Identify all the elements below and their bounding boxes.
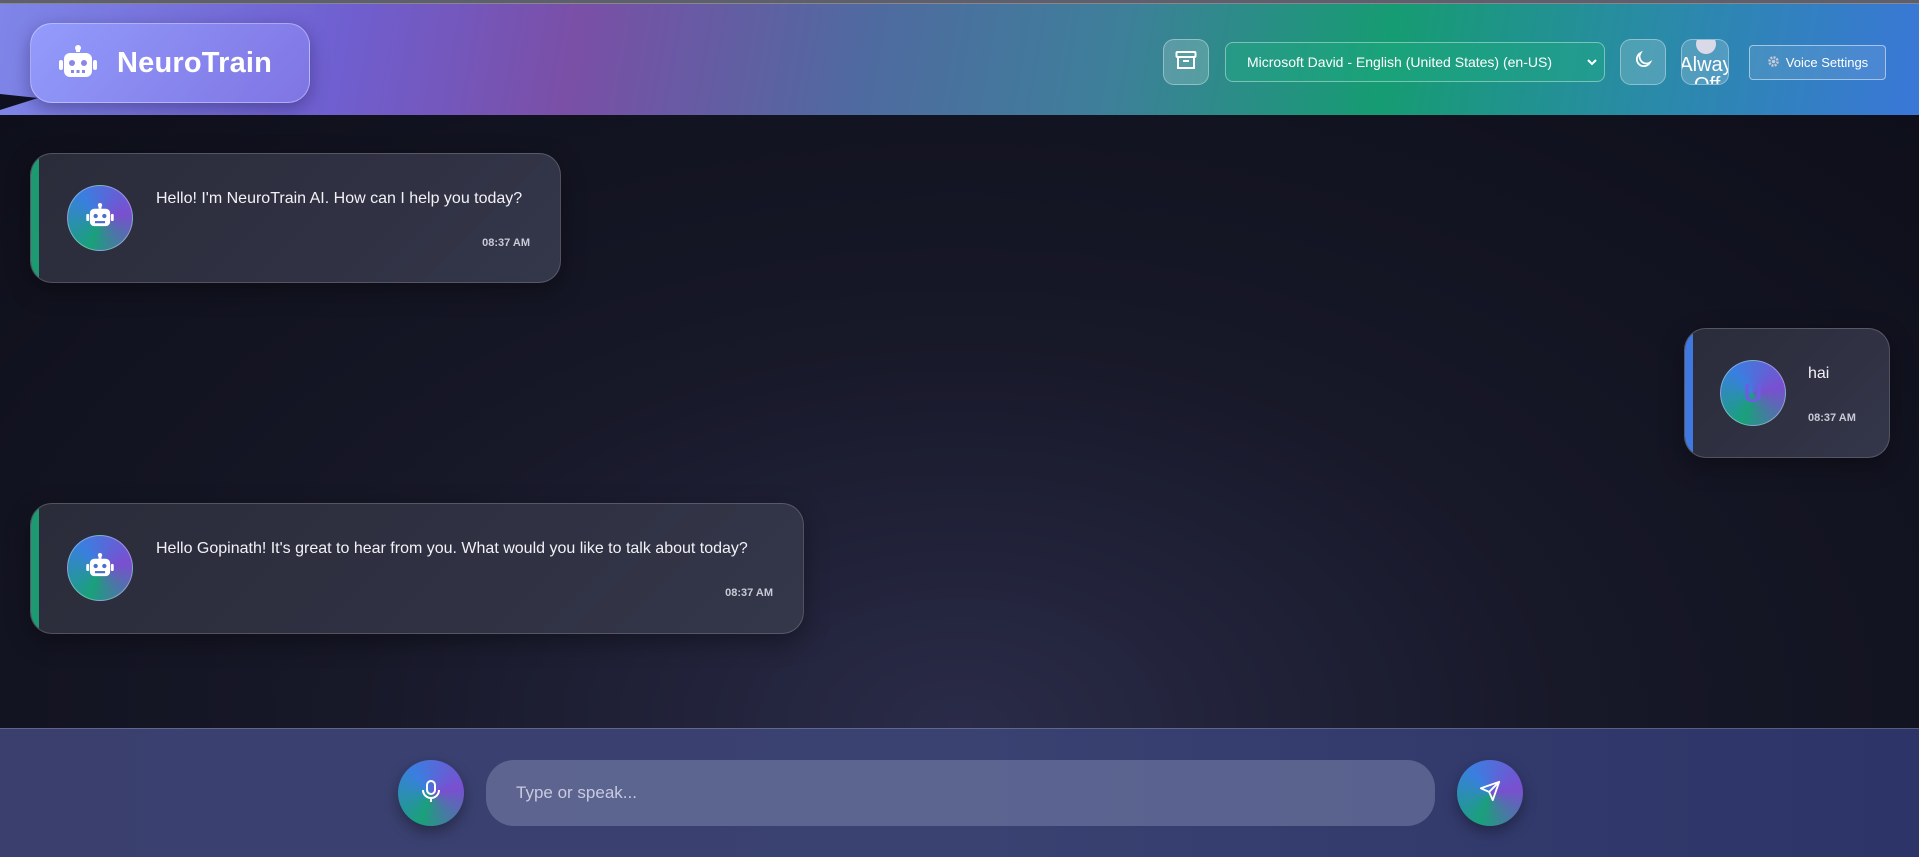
composer-bar <box>0 728 1919 857</box>
send-icon <box>1479 780 1501 807</box>
app-title: NeuroTrain <box>117 46 273 79</box>
chat-message-bot: Hello Gopinath! It's great to hear from … <box>30 503 804 634</box>
voice-settings-label: Voice Settings <box>1785 55 1869 70</box>
archive-button[interactable] <box>1163 39 1209 85</box>
robot-icon <box>57 44 99 82</box>
message-timestamp: 08:37 AM <box>725 587 773 599</box>
bot-avatar <box>67 185 133 251</box>
message-accent-bar <box>31 154 39 282</box>
toggle-knob <box>1696 40 1716 54</box>
message-text: Hello Gopinath! It's great to hear from … <box>156 540 748 557</box>
message-text: hai <box>1808 365 1830 382</box>
message-timestamp: 08:37 AM <box>1808 412 1856 424</box>
microphone-button[interactable] <box>398 760 464 826</box>
gear-icon <box>1767 55 1780 71</box>
moon-icon <box>1633 50 1653 75</box>
archive-icon <box>1175 50 1197 75</box>
always-listen-toggle[interactable]: Alway Off <box>1681 39 1729 85</box>
user-avatar-letter: U <box>1743 377 1763 408</box>
app-header: NeuroTrain Microsoft David - English (Un… <box>0 3 1919 115</box>
voice-select[interactable]: Microsoft David - English (United States… <box>1225 42 1605 82</box>
voice-settings-button[interactable]: Voice Settings <box>1749 45 1886 80</box>
message-timestamp: 08:37 AM <box>482 237 530 249</box>
brand-logo[interactable]: NeuroTrain <box>30 23 310 103</box>
voice-select-value: Microsoft David - English (United States… <box>1247 54 1552 70</box>
bot-avatar <box>67 535 133 601</box>
robot-icon <box>86 202 114 234</box>
microphone-icon <box>421 779 441 808</box>
chat-message-user: U hai 08:37 AM <box>1684 328 1890 458</box>
robot-icon <box>86 552 114 584</box>
message-input[interactable] <box>486 760 1435 826</box>
message-accent-bar <box>31 504 39 633</box>
always-toggle-label: Alway <box>1681 54 1728 76</box>
chat-message-bot: Hello! I'm NeuroTrain AI. How can I help… <box>30 153 561 283</box>
user-avatar: U <box>1720 360 1786 426</box>
chat-area[interactable]: Hello! I'm NeuroTrain AI. How can I help… <box>0 115 1919 728</box>
always-toggle-state: Off <box>1694 74 1721 85</box>
message-accent-bar <box>1685 329 1693 457</box>
chevron-down-icon <box>1586 53 1598 74</box>
send-button[interactable] <box>1457 760 1523 826</box>
theme-toggle-button[interactable] <box>1620 39 1666 85</box>
message-text: Hello! I'm NeuroTrain AI. How can I help… <box>156 190 523 207</box>
